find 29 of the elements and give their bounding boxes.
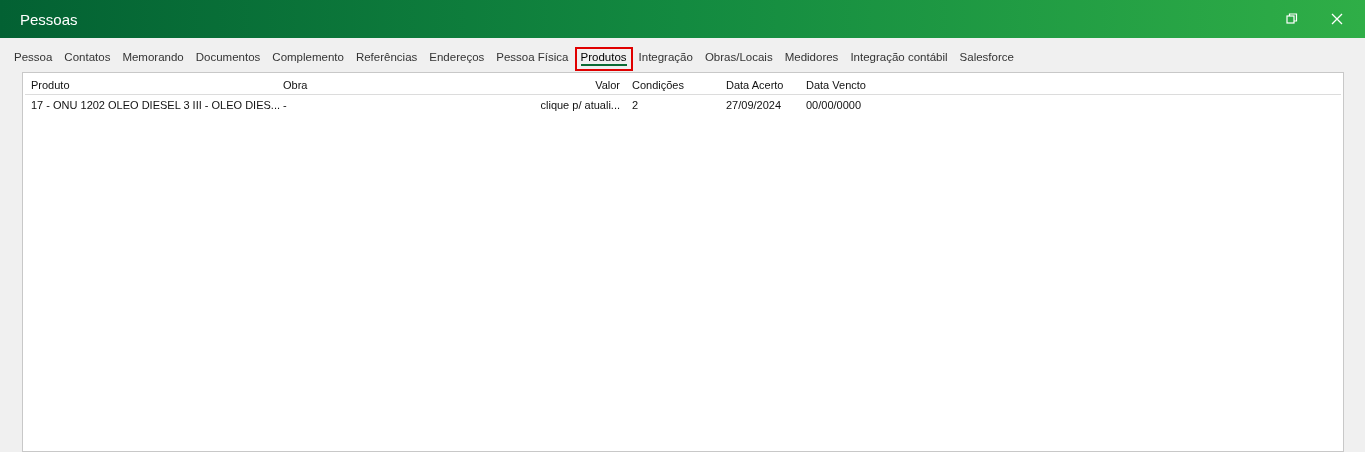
tab[interactable]: Referências xyxy=(349,47,424,71)
tab[interactable]: Documentos xyxy=(189,47,267,71)
table-cell-text: 00/00/0000 xyxy=(805,98,863,111)
table-cell-text: - xyxy=(282,98,288,111)
tab[interactable]: Integração contábil xyxy=(844,47,954,71)
table-cell-text: clique p/ atuali... xyxy=(539,98,620,111)
window-title: Pessoas xyxy=(20,10,78,28)
tab[interactable]: Memorando xyxy=(116,47,190,71)
column-header: Obra xyxy=(282,78,309,91)
column-header: Valor xyxy=(594,78,620,91)
table-cell-text: 27/09/2024 xyxy=(725,98,783,111)
restore-icon[interactable] xyxy=(1286,13,1298,25)
column-header: Condições xyxy=(631,78,685,91)
tab[interactable]: Produtos xyxy=(574,47,633,71)
tab[interactable]: Endereços xyxy=(423,47,491,71)
tab[interactable]: Pessoa Física xyxy=(490,47,575,71)
tab[interactable]: Contatos xyxy=(58,47,117,71)
column-header: Data Acerto xyxy=(725,78,785,91)
tab[interactable]: Obras/Locais xyxy=(698,47,779,71)
table-cell-text: 17 - ONU 1202 OLEO DIESEL 3 III - OLEO DIES... xyxy=(30,98,277,111)
tab[interactable]: Pessoa xyxy=(8,47,59,71)
close-icon[interactable] xyxy=(1331,13,1343,25)
column-header: Produto xyxy=(30,78,71,91)
column-header: Data Vencto xyxy=(805,78,867,91)
tab[interactable]: Integração xyxy=(632,47,699,71)
tab[interactable]: Medidores xyxy=(778,47,845,71)
table-cell-text: 2 xyxy=(631,98,640,111)
tab[interactable]: Salesforce xyxy=(953,47,1020,71)
tab[interactable]: Complemento xyxy=(266,47,350,71)
